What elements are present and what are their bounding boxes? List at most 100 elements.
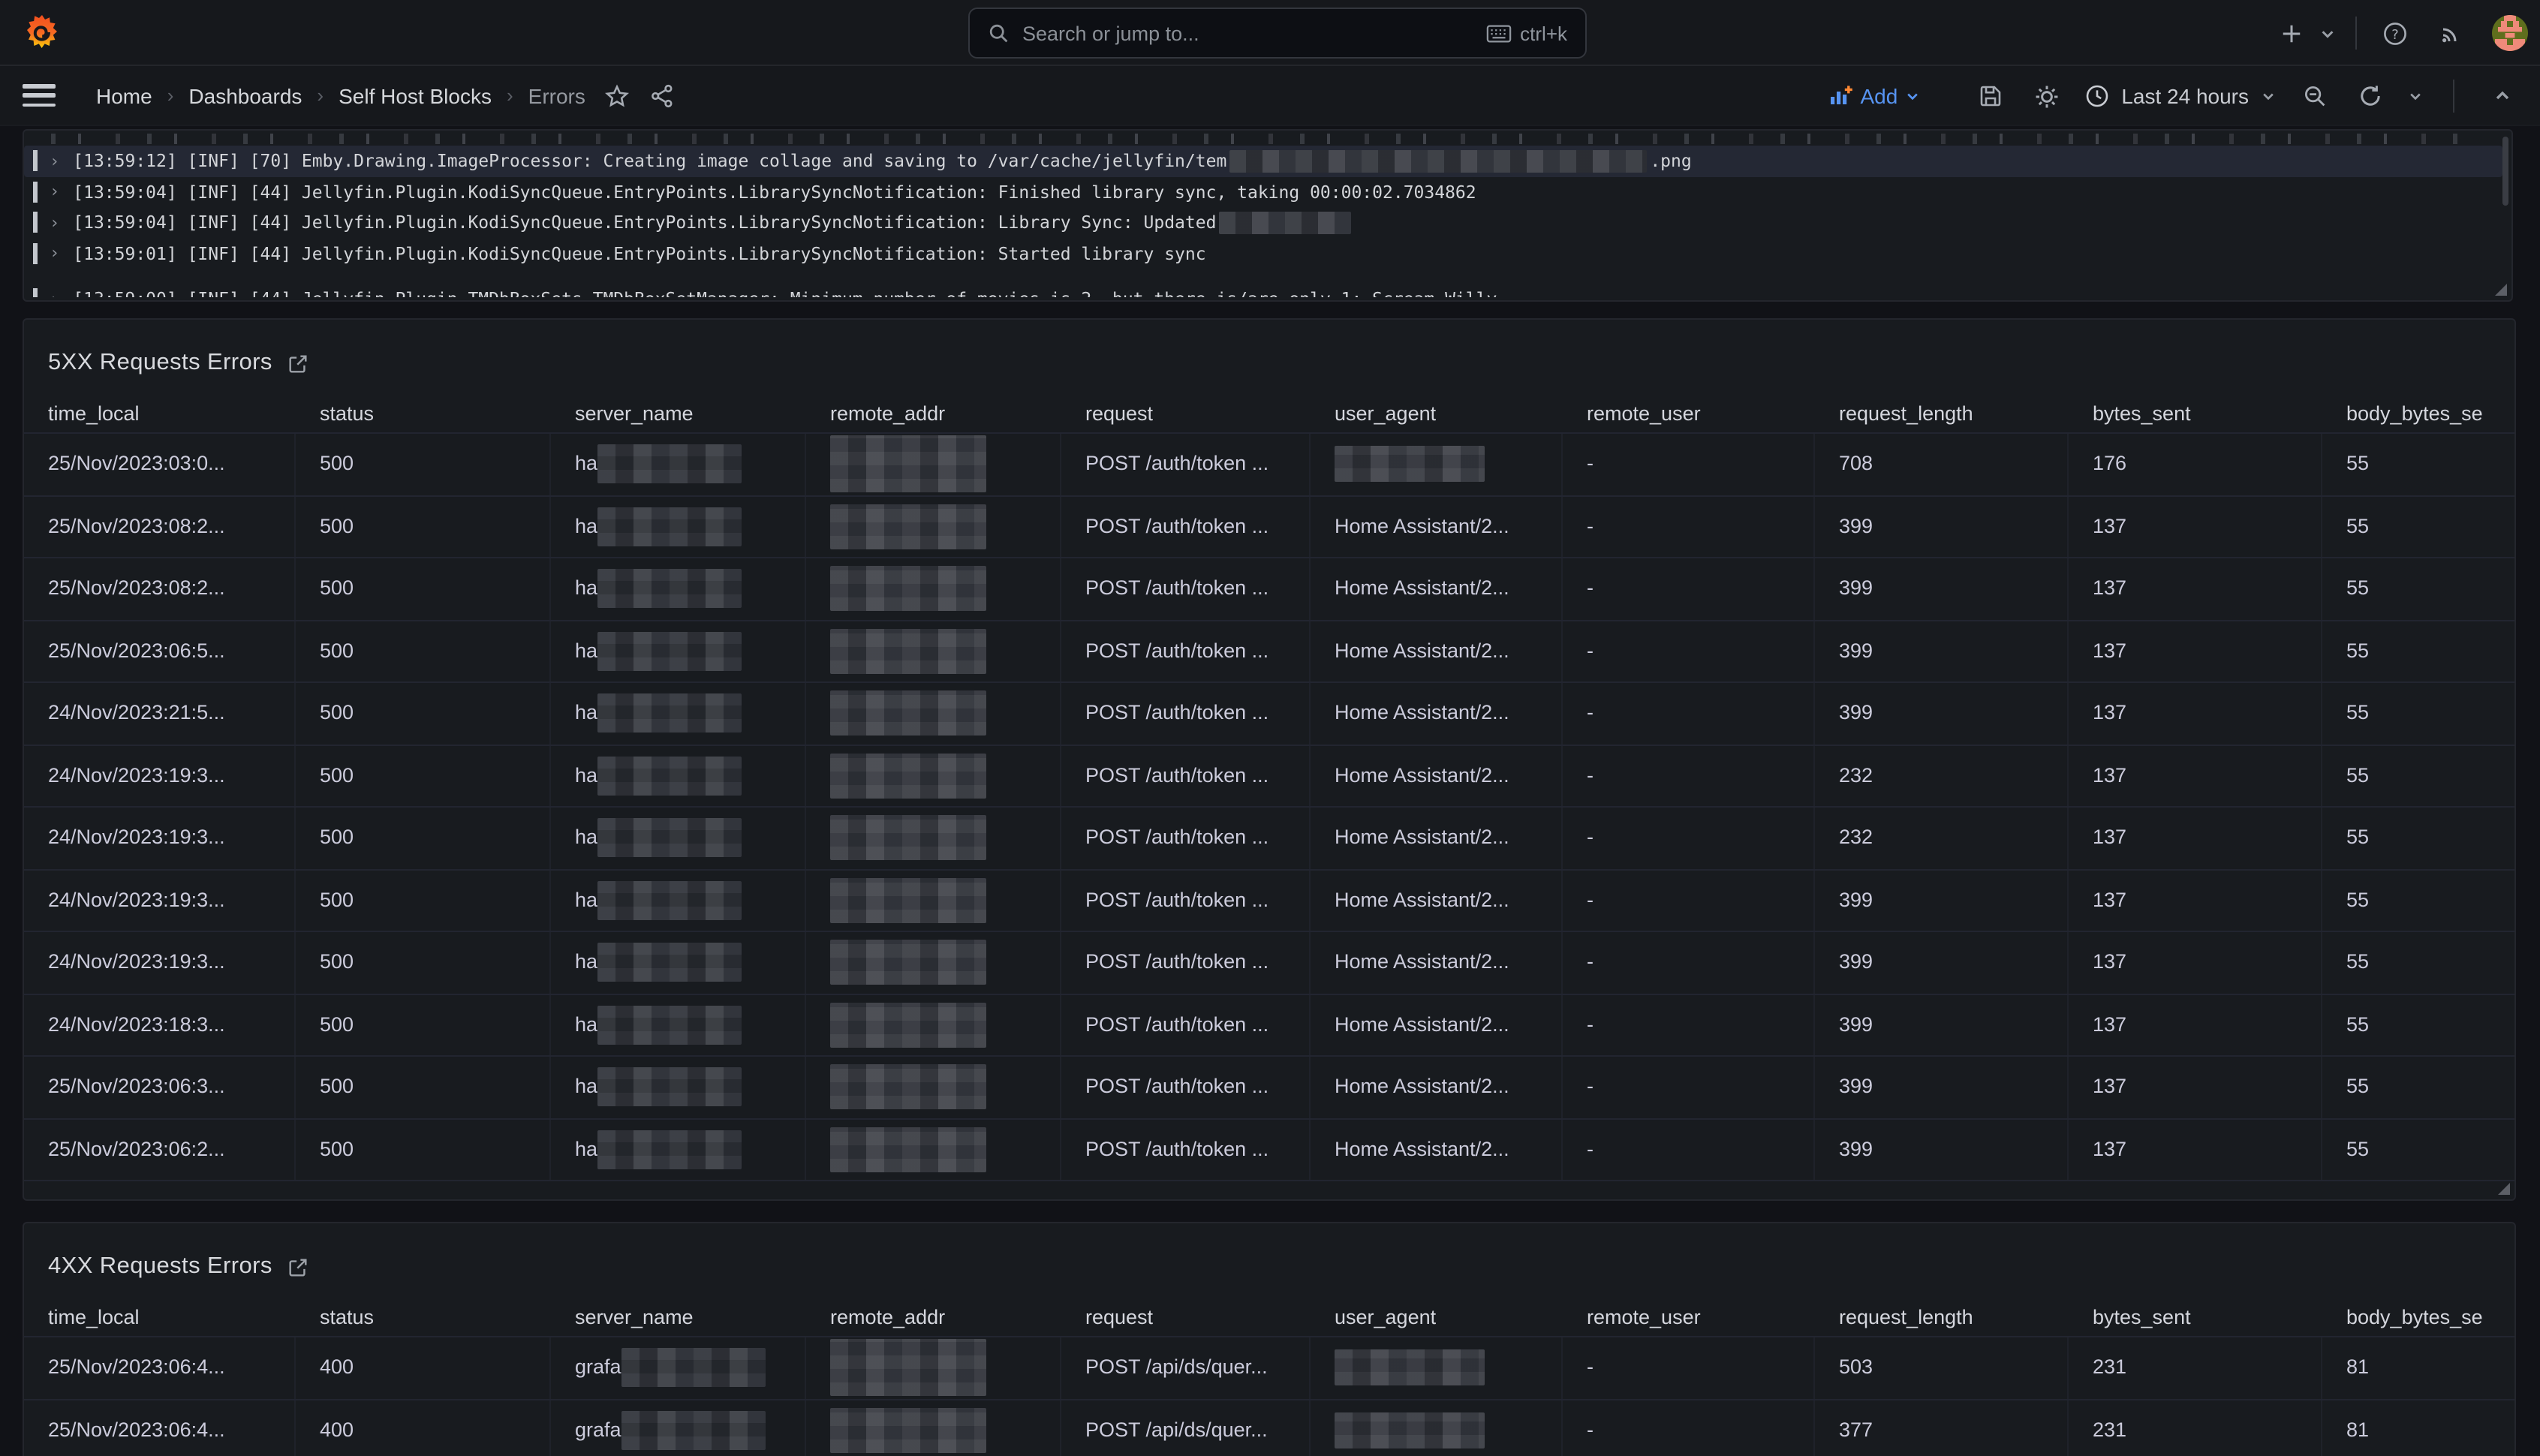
redacted-value xyxy=(1335,1412,1485,1448)
external-link-icon[interactable] xyxy=(287,352,310,375)
breadcrumb-item-dashboards[interactable]: Dashboards xyxy=(188,83,302,107)
new-button[interactable] xyxy=(2268,11,2313,56)
panel-resize-handle[interactable] xyxy=(2495,284,2507,296)
cell-body_bytes_se: 81 xyxy=(2322,1400,2514,1456)
redacted-value xyxy=(830,754,986,799)
column-header-remote_addr[interactable]: remote_addr xyxy=(806,1298,1061,1336)
time-range-picker[interactable]: Last 24 hours xyxy=(2079,84,2282,108)
column-header-user_agent[interactable]: user_agent xyxy=(1311,395,1563,432)
table-row: 25/Nov/2023:06:2...500haPOST /auth/token… xyxy=(24,1119,2514,1181)
column-header-bytes_sent[interactable]: bytes_sent xyxy=(2069,395,2322,432)
gear-icon[interactable] xyxy=(2024,74,2069,119)
cell-user_agent: Home Assistant/2... xyxy=(1311,683,1563,744)
cell-remote_addr xyxy=(806,808,1061,868)
column-header-request[interactable]: request xyxy=(1061,1298,1311,1336)
cell-body_bytes_se: 55 xyxy=(2322,558,2514,619)
log-text: [13:59:04] [INF] [44] Jellyfin.Plugin.Ko… xyxy=(73,182,1476,203)
column-header-user_agent[interactable]: user_agent xyxy=(1311,1298,1563,1336)
cell-body_bytes_se: 55 xyxy=(2322,1057,2514,1118)
panel-title[interactable]: 5XX Requests Errors xyxy=(48,350,272,377)
table-row: 24/Nov/2023:19:3...500haPOST /auth/token… xyxy=(24,808,2514,870)
expand-chevron-icon[interactable]: › xyxy=(50,213,59,233)
add-button[interactable]: Add xyxy=(1819,84,1929,108)
log-row[interactable]: ›[13:59:12] [INF] [70] Emby.Drawing.Imag… xyxy=(24,146,2502,176)
expand-chevron-icon[interactable]: › xyxy=(50,182,59,202)
redacted-value xyxy=(597,881,742,920)
log-row-partial xyxy=(51,134,2460,144)
log-scrollbar[interactable] xyxy=(2502,137,2508,206)
collapse-chevron-up-icon[interactable] xyxy=(2480,74,2525,119)
log-row[interactable]: › [13:59:00] [INF] [44] Jellyfin.Plugin.T… xyxy=(24,284,2502,297)
cell-bytes_sent: 137 xyxy=(2069,745,2322,806)
dashboard-actions: Add Last 24 hours xyxy=(1819,66,2525,126)
cell-request_length: 399 xyxy=(1815,621,2069,681)
grafana-logo[interactable] xyxy=(23,13,62,52)
column-header-status[interactable]: status xyxy=(296,1298,551,1336)
panel-resize-handle[interactable] xyxy=(2498,1183,2510,1195)
cell-request: POST /auth/token ... xyxy=(1061,1057,1311,1118)
column-header-remote_user[interactable]: remote_user xyxy=(1563,1298,1815,1336)
column-header-request[interactable]: request xyxy=(1061,395,1311,432)
table-body: 25/Nov/2023:06:4...400grafaPOST /api/ds/… xyxy=(24,1337,2514,1456)
column-header-time_local[interactable]: time_local xyxy=(24,1298,296,1336)
nav-divider xyxy=(2453,80,2454,113)
panel-title[interactable]: 4XX Requests Errors xyxy=(48,1253,272,1280)
search-input[interactable]: Search or jump to... ctrl+k xyxy=(968,8,1587,59)
breadcrumb-item-home[interactable]: Home xyxy=(96,83,152,107)
column-header-bytes_sent[interactable]: bytes_sent xyxy=(2069,1298,2322,1336)
cell-bytes_sent: 137 xyxy=(2069,994,2322,1055)
table-header: time_localstatusserver_nameremote_addrre… xyxy=(24,395,2514,434)
table-row: 25/Nov/2023:06:3...500haPOST /auth/token… xyxy=(24,1057,2514,1119)
column-header-body_bytes_se[interactable]: body_bytes_se xyxy=(2322,1298,2514,1336)
refresh-chevron-down-icon[interactable] xyxy=(2403,74,2427,119)
cell-request_length: 399 xyxy=(1815,1119,2069,1180)
log-text: [13:59:01] [INF] [44] Jellyfin.Plugin.Ko… xyxy=(73,243,1205,264)
log-row[interactable]: › [13:59:01] [INF] [44] Jellyfin.Plugin.K… xyxy=(24,238,2502,269)
redacted-value xyxy=(597,1006,742,1045)
cell-server_name: grafa xyxy=(551,1337,806,1398)
column-header-status[interactable]: status xyxy=(296,395,551,432)
column-header-body_bytes_se[interactable]: body_bytes_se xyxy=(2322,395,2514,432)
redacted-value xyxy=(597,694,742,733)
cell-user_agent xyxy=(1311,1337,1563,1398)
log-row[interactable]: ›[13:59:04] [INF] [44] Jellyfin.Plugin.K… xyxy=(24,207,2502,238)
log-text: [13:59:00] [INF] [44] Jellyfin.Plugin.TM… xyxy=(73,289,1497,298)
cell-time_local: 25/Nov/2023:06:5... xyxy=(24,621,296,681)
column-header-request_length[interactable]: request_length xyxy=(1815,1298,2069,1336)
column-header-remote_addr[interactable]: remote_addr xyxy=(806,395,1061,432)
favorite-star-icon[interactable] xyxy=(594,73,640,118)
table-row: 24/Nov/2023:19:3...500haPOST /auth/token… xyxy=(24,745,2514,808)
new-menu-chevron-down-icon[interactable] xyxy=(2313,11,2340,56)
avatar[interactable] xyxy=(2492,15,2528,51)
cell-remote_addr xyxy=(806,745,1061,806)
help-icon[interactable]: ? xyxy=(2372,11,2417,56)
share-icon[interactable] xyxy=(640,73,685,118)
cell-bytes_sent: 137 xyxy=(2069,496,2322,557)
redacted-value xyxy=(597,819,742,858)
save-icon[interactable] xyxy=(1968,74,2013,119)
refresh-icon[interactable] xyxy=(2348,74,2393,119)
external-link-icon[interactable] xyxy=(287,1256,310,1278)
redacted-value xyxy=(830,1003,986,1048)
cell-time_local: 24/Nov/2023:19:3... xyxy=(24,870,296,931)
redacted-value xyxy=(830,629,986,674)
column-header-server_name[interactable]: server_name xyxy=(551,395,806,432)
expand-chevron-icon[interactable]: › xyxy=(50,152,59,171)
menu-icon[interactable] xyxy=(23,84,56,107)
redacted-value xyxy=(830,567,986,612)
column-header-time_local[interactable]: time_local xyxy=(24,395,296,432)
log-row[interactable]: › [13:59:04] [INF] [44] Jellyfin.Plugin.K… xyxy=(24,176,2502,207)
redacted-value xyxy=(830,504,986,549)
expand-chevron-icon[interactable]: › xyxy=(50,290,59,298)
cell-time_local: 25/Nov/2023:06:4... xyxy=(24,1337,296,1398)
breadcrumb-item-self-host-blocks[interactable]: Self Host Blocks xyxy=(339,83,492,107)
column-header-server_name[interactable]: server_name xyxy=(551,1298,806,1336)
rss-icon[interactable] xyxy=(2429,11,2474,56)
column-header-request_length[interactable]: request_length xyxy=(1815,395,2069,432)
cell-remote_addr xyxy=(806,994,1061,1055)
column-header-remote_user[interactable]: remote_user xyxy=(1563,395,1815,432)
cell-request_length: 377 xyxy=(1815,1400,2069,1456)
expand-chevron-icon[interactable]: › xyxy=(50,244,59,263)
zoom-out-icon[interactable] xyxy=(2292,74,2337,119)
log-lines: ›[13:59:12] [INF] [70] Emby.Drawing.Imag… xyxy=(24,131,2502,297)
